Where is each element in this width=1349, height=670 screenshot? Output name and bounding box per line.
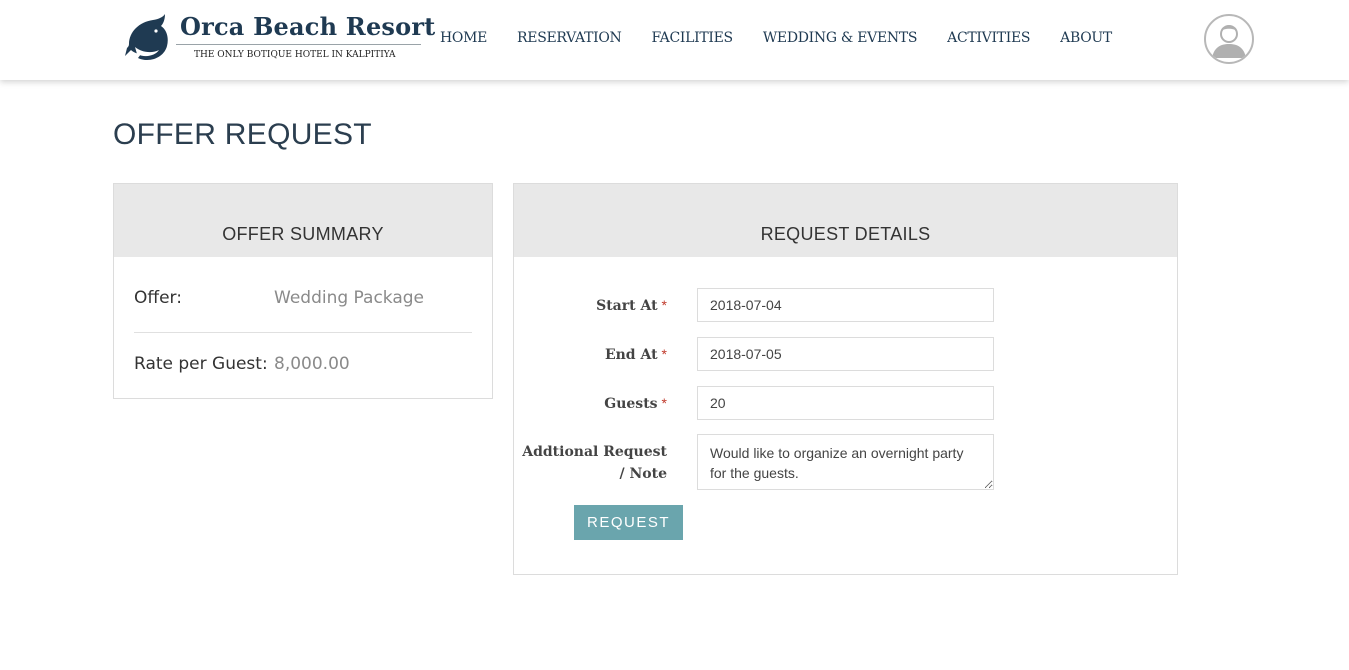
guests-label: Guests * [604, 392, 667, 415]
start-at-input[interactable] [697, 288, 994, 322]
start-at-label-text: Start At [596, 298, 658, 314]
note-label-line-1: Addtional Request [522, 444, 667, 460]
request-button[interactable]: REQUEST [574, 505, 683, 540]
orca-whale-icon [125, 14, 168, 60]
end-at-input[interactable] [697, 337, 994, 371]
end-at-label-text: End At [604, 347, 658, 363]
required-mark: * [661, 395, 667, 411]
main-nav: HOME RESERVATION FACILITIES WEDDING & EV… [440, 30, 1142, 46]
offer-summary-heading: OFFER SUMMARY [114, 184, 492, 257]
rate-label: Rate per Guest: [134, 354, 268, 374]
brand-logo[interactable]: Orca Beach Resort THE ONLY BOTIQUE HOTEL… [123, 12, 435, 66]
nav-home[interactable]: HOME [440, 30, 487, 46]
request-details-panel: REQUEST DETAILS Start At* End At* Guests… [513, 183, 1178, 575]
note-label: Addtional Request / Note [522, 441, 667, 485]
rate-value: 8,000.00 [274, 354, 350, 374]
brand-tagline: THE ONLY BOTIQUE HOTEL IN KALPITIYA [194, 50, 396, 60]
nav-activities[interactable]: ACTIVITIES [947, 30, 1030, 46]
brand-divider [176, 44, 421, 45]
page-title: OFFER REQUEST [113, 118, 372, 151]
nav-reservation[interactable]: RESERVATION [517, 30, 622, 46]
guests-label-text: Guests [604, 396, 658, 412]
summary-divider [134, 332, 472, 333]
required-mark: * [661, 346, 667, 362]
site-header: Orca Beach Resort THE ONLY BOTIQUE HOTEL… [0, 0, 1349, 80]
rate-row: Rate per Guest: 8,000.00 [134, 354, 350, 374]
start-at-label: Start At * [596, 294, 667, 317]
brand-name: Orca Beach Resort [180, 12, 436, 41]
nav-wedding-events[interactable]: WEDDING & EVENTS [763, 30, 918, 46]
offer-row: Offer: Wedding Package [134, 288, 424, 308]
nav-about[interactable]: ABOUT [1060, 30, 1112, 46]
guests-input[interactable] [697, 386, 994, 420]
required-mark: * [661, 297, 667, 313]
nav-facilities[interactable]: FACILITIES [651, 30, 733, 46]
offer-summary-panel: OFFER SUMMARY Offer: Wedding Package Rat… [113, 183, 493, 399]
offer-label: Offer: [134, 288, 182, 308]
note-textarea[interactable]: Would like to organize an overnight part… [697, 434, 994, 490]
end-at-label: End At * [605, 343, 667, 366]
note-label-line-2: / Note [619, 466, 668, 482]
user-avatar-icon [1212, 25, 1246, 58]
offer-value: Wedding Package [274, 288, 425, 308]
user-avatar[interactable] [1204, 14, 1254, 64]
request-details-heading: REQUEST DETAILS [514, 184, 1177, 257]
